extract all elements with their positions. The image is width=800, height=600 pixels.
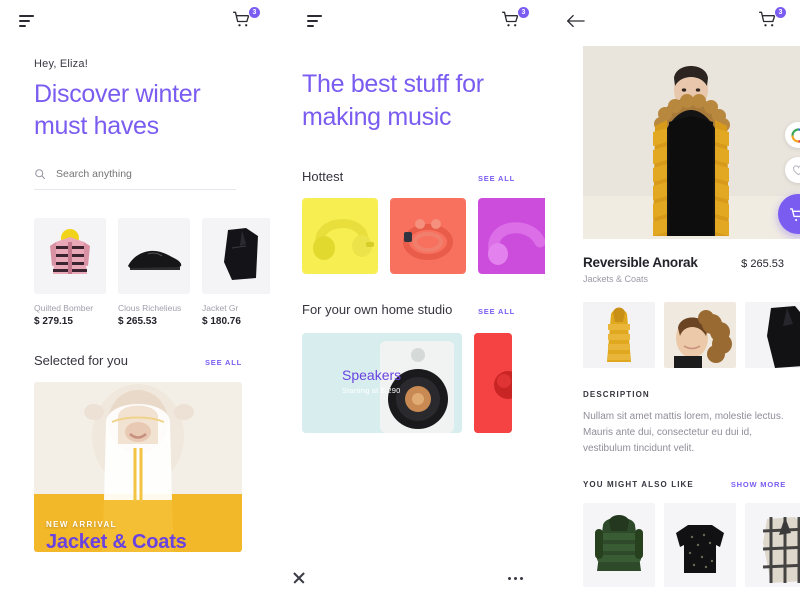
description-label: DESCRIPTION (583, 390, 650, 399)
color-wheel-icon[interactable] (785, 122, 800, 148)
banner-text: NEW ARRIVAL Jacket & Coats (46, 520, 187, 552)
product-gallery[interactable] (545, 284, 800, 368)
also-like-plaid-checked-coat[interactable] (745, 502, 800, 587)
product-title: Reversible Anorak (583, 255, 698, 270)
back-arrow-icon[interactable] (563, 9, 587, 33)
product-category: Jackets & Coats (583, 274, 649, 284)
product-hero-image[interactable] (583, 46, 800, 239)
selected-for-you-header: Selected for you SEE ALL (0, 327, 270, 368)
speakers-subtitle: Starting at $ 290 (342, 386, 401, 395)
home-topbar: 3 (0, 0, 270, 42)
section-title: Selected for you (34, 353, 128, 368)
cart-badge: 3 (248, 6, 261, 19)
product-price: $ 265.53 (118, 316, 157, 327)
studio-carousel[interactable]: Speakers Starting at $ 290 (270, 317, 545, 433)
product-card[interactable]: Jacket Gr $ 180.76 (202, 218, 270, 327)
screenshot-root: 3 Hey, Eliza! Discover winter must haves (0, 0, 800, 600)
gallery-thumb-anorak-yellow-full[interactable] (583, 302, 655, 368)
product-card[interactable]: Clous Richelieus $ 265.53 (118, 218, 190, 327)
also-like-green-puffer-jacket[interactable] (583, 502, 655, 587)
also-like-label: YOU MIGHT ALSO LIKE (583, 479, 694, 489)
product-action-buttons (778, 122, 800, 234)
product-price: $ 279.15 (34, 316, 73, 327)
filter-icon[interactable] (14, 9, 38, 33)
red-speaker-card[interactable] (474, 333, 512, 433)
tile-purple-headphones[interactable] (478, 198, 545, 274)
tile-yellow-headphones[interactable] (302, 198, 378, 274)
speakers-label: Speakers Starting at $ 290 (342, 367, 401, 395)
add-to-cart-icon[interactable] (778, 194, 800, 234)
more-icon[interactable] (508, 576, 523, 580)
heart-icon[interactable] (785, 157, 800, 183)
screen-product-detail: 3 Reversible Anorak $ 265.53 Jackets & C… (545, 0, 800, 600)
see-all-link[interactable]: SEE ALL (478, 307, 515, 316)
search-icon (34, 168, 46, 180)
close-icon[interactable] (292, 571, 306, 585)
description-body: Nullam sit amet mattis lorem, molestie l… (583, 411, 784, 455)
filter-icon[interactable] (302, 9, 326, 33)
greeting-text: Hey, Eliza! (34, 58, 88, 70)
show-more-link[interactable]: SHOW MORE (731, 480, 786, 489)
cart-icon[interactable]: 3 (501, 6, 530, 33)
gallery-thumb-anorak-fur-hood-detail[interactable] (664, 302, 736, 368)
also-like-black-dotted-blouse[interactable] (664, 502, 736, 587)
product-topbar: 3 (545, 0, 800, 42)
banner-headline: Jacket & Coats (46, 531, 187, 552)
hottest-carousel[interactable] (270, 184, 545, 274)
product-thumb-jacket-gr (202, 218, 270, 294)
home-hero-title: Discover winter must haves (34, 80, 201, 140)
product-thumb-quilted-bomber (34, 218, 106, 294)
tile-coral-earbuds[interactable] (390, 198, 466, 274)
music-bottombar (270, 556, 545, 600)
banner-kicker: NEW ARRIVAL (46, 520, 117, 529)
new-arrival-banner[interactable]: NEW ARRIVAL Jacket & Coats (34, 382, 242, 552)
product-carousel[interactable]: Quilted Bomber $ 279.15 Clous Richelieus… (0, 190, 270, 327)
product-card[interactable]: Quilted Bomber $ 279.15 (34, 218, 106, 327)
product-price: $ 265.53 (741, 258, 784, 270)
music-hero-title: The best stuff for making music (302, 70, 484, 131)
description-section: DESCRIPTION Nullam sit amet mattis lorem… (545, 368, 800, 458)
product-title-row: Reversible Anorak $ 265.53 (545, 239, 800, 270)
cart-badge: 3 (517, 6, 530, 19)
search-bar[interactable] (34, 168, 236, 190)
hottest-header: Hottest SEE ALL (270, 133, 545, 184)
product-name: Clous Richelieus (118, 303, 182, 313)
cart-icon[interactable]: 3 (758, 6, 787, 33)
product-name: Jacket Gr (202, 303, 239, 313)
search-input[interactable] (56, 168, 236, 180)
cart-icon[interactable]: 3 (232, 6, 261, 33)
gallery-thumb-anorak-black-side[interactable] (745, 302, 800, 368)
screen-music: 3 The best stuff for making music Hottes… (270, 0, 545, 600)
product-name: Quilted Bomber (34, 303, 94, 313)
speakers-title: Speakers (342, 367, 402, 383)
section-title: For your own home studio (302, 302, 453, 317)
you-might-also-like-list[interactable] (545, 489, 800, 587)
see-all-link[interactable]: SEE ALL (478, 174, 515, 183)
section-title: Hottest (302, 169, 344, 184)
product-price: $ 180.76 (202, 316, 241, 327)
you-might-also-like-header: YOU MIGHT ALSO LIKE SHOW MORE (545, 458, 800, 489)
home-studio-header: For your own home studio SEE ALL (270, 274, 545, 317)
screen-home: 3 Hey, Eliza! Discover winter must haves (0, 0, 270, 600)
speakers-banner-card[interactable]: Speakers Starting at $ 290 (302, 333, 462, 433)
music-topbar: 3 (270, 0, 545, 42)
product-thumb-clous-richelieus (118, 218, 190, 294)
see-all-link[interactable]: SEE ALL (205, 358, 242, 367)
cart-badge: 3 (774, 6, 787, 19)
